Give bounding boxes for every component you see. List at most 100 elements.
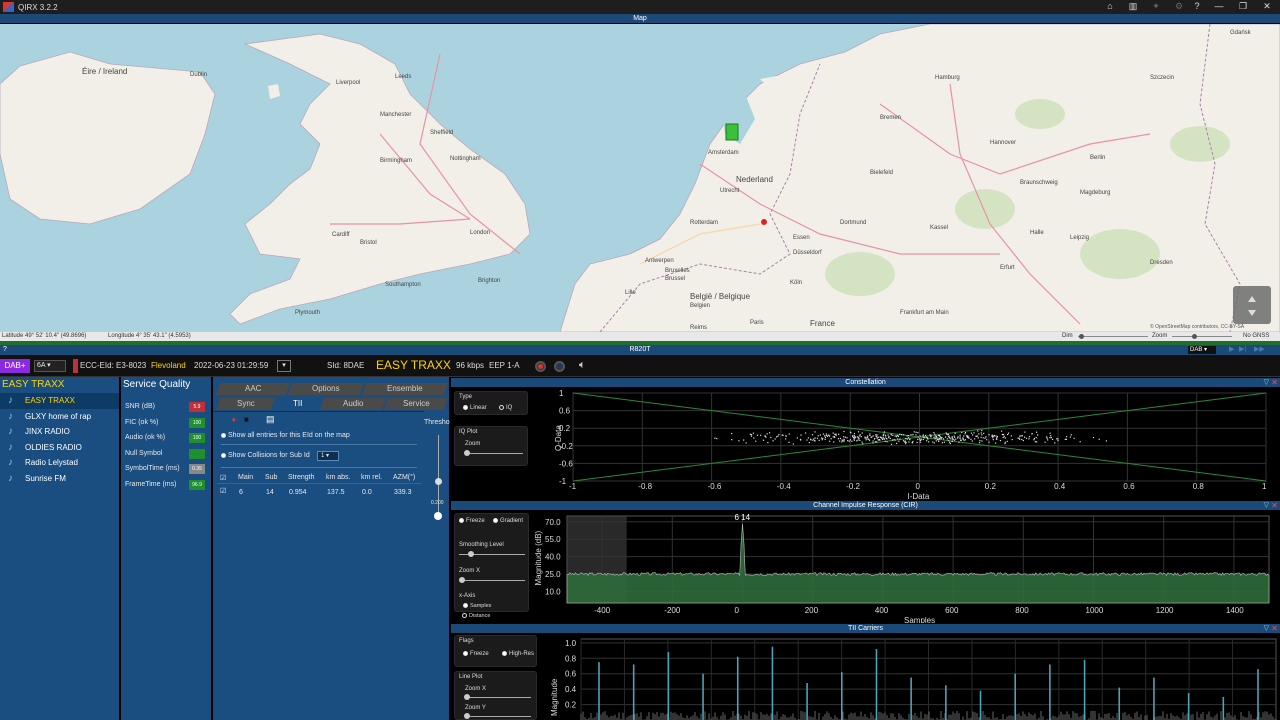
close-icon[interactable]: ✕ xyxy=(1260,1,1274,13)
station-label: Radio Lelystad xyxy=(25,458,78,467)
tab-aac[interactable]: AAC xyxy=(215,383,291,395)
x-tick-label: 1000 xyxy=(1086,606,1104,615)
map-view[interactable]: Éire / Ireland Dublin Liverpool Leeds Manche… xyxy=(0,24,1280,332)
iq-point xyxy=(1000,430,1003,432)
help-icon[interactable]: ? xyxy=(1190,1,1204,13)
x-axis-label: Samples xyxy=(904,616,935,623)
tab-audio[interactable]: Audio xyxy=(319,398,387,410)
close-pane-icon[interactable]: ✕ xyxy=(1271,501,1278,510)
map-icon[interactable]: ▥ xyxy=(1126,1,1140,13)
iq-point xyxy=(920,438,923,440)
iq-point xyxy=(923,436,925,438)
map-label: Dresden xyxy=(1150,260,1173,266)
station-item[interactable]: ♪ Radio Lelystad xyxy=(0,455,119,471)
table-row[interactable]: ☑︎ 6 14 0.954 137.5 0.0 339.3 xyxy=(217,484,421,498)
tii-freeze-option[interactable]: Freeze xyxy=(463,651,489,657)
map-nav-control[interactable] xyxy=(1233,286,1271,324)
constellation-zoom-slider[interactable] xyxy=(465,453,523,454)
high-res-option[interactable]: High-Res xyxy=(502,651,534,657)
maximize-icon[interactable]: ❐ xyxy=(1236,1,1250,13)
float-icon[interactable]: ▽ xyxy=(1264,378,1269,387)
distance-option[interactable]: Distance xyxy=(462,613,490,619)
iq-point xyxy=(981,440,983,442)
home-icon[interactable]: ⌂ xyxy=(1103,1,1117,13)
zoom-slider[interactable] xyxy=(1172,336,1232,337)
smoothing-knob[interactable] xyxy=(468,551,474,557)
mode-select[interactable]: DAB ▾ xyxy=(1188,346,1216,354)
station-item[interactable]: ♪ GLXY home of rap xyxy=(0,409,119,425)
receiver-marker-icon[interactable] xyxy=(761,219,767,225)
station-item[interactable]: ♪ OLDIES RADIO xyxy=(0,440,119,456)
tii-flags-box: Flags Freeze High-Res xyxy=(454,635,537,667)
iq-point xyxy=(804,432,807,434)
cir-zoomx-slider[interactable] xyxy=(459,580,525,581)
document-icon[interactable]: ▤ xyxy=(266,414,275,425)
float-icon[interactable]: ▽ xyxy=(1264,501,1269,510)
map-canvas[interactable]: Éire / Ireland Dublin Liverpool Leeds Manche… xyxy=(0,24,1280,332)
tii-select-all[interactable]: ☑︎ xyxy=(220,474,226,482)
tab-service[interactable]: Service xyxy=(383,398,449,410)
tab-options[interactable]: Options xyxy=(287,383,365,395)
y-tick-label: 0.8 xyxy=(565,654,577,663)
iq-point xyxy=(948,435,950,437)
iq-option[interactable]: IQ xyxy=(499,405,512,411)
gradient-option[interactable]: Gradient xyxy=(493,518,523,524)
tii-zoomx-knob[interactable] xyxy=(464,694,470,700)
close-pane-icon[interactable]: ✕ xyxy=(1271,624,1278,633)
station-item[interactable]: ♪ EASY TRAXX xyxy=(0,393,119,409)
iq-point xyxy=(980,436,982,438)
tii-zoomy-slider[interactable] xyxy=(465,716,531,717)
linear-option[interactable]: Linear xyxy=(463,405,487,411)
float-icon[interactable]: ▽ xyxy=(1264,624,1269,633)
show-all-entries-option[interactable]: Show all entries for this EId on the map xyxy=(221,432,350,439)
iq-point xyxy=(868,438,870,440)
tab-ensemble[interactable]: Ensemble xyxy=(361,383,449,395)
tab-sync[interactable]: Sync xyxy=(215,398,276,410)
record-button[interactable] xyxy=(535,361,546,372)
play-icon[interactable]: ▶ xyxy=(1229,345,1234,355)
cir-zoomx-knob[interactable] xyxy=(459,577,465,583)
tab-tii[interactable]: TII xyxy=(272,398,323,410)
step-icon[interactable]: ▶| xyxy=(1239,345,1246,355)
mode-select-value: DAB xyxy=(1190,347,1203,353)
quality-row: Audio (ok %) 100 xyxy=(121,430,211,446)
stop-icon[interactable]: ■ xyxy=(244,415,249,424)
gear-icon[interactable]: ⚙ xyxy=(1172,1,1186,13)
station-item[interactable]: ♪ JINX RADIO xyxy=(0,424,119,440)
threshold-end-knob[interactable] xyxy=(434,512,442,520)
flags-label: Flags xyxy=(459,638,474,644)
iq-point xyxy=(917,432,919,434)
add-marker-icon[interactable]: ✦ xyxy=(230,415,238,426)
station-item[interactable]: ♪ Sunrise FM xyxy=(0,471,119,487)
tii-zoomx-slider[interactable] xyxy=(465,697,531,698)
show-all-entries-radio[interactable] xyxy=(221,432,226,438)
fast-forward-icon[interactable]: ▶▶ xyxy=(1254,345,1265,355)
show-collisions-radio[interactable] xyxy=(221,452,226,458)
record-iq-button[interactable] xyxy=(554,361,565,372)
sub-id-select[interactable]: 1 ▾ xyxy=(317,451,339,461)
iq-point xyxy=(843,439,845,441)
threshold-label: Thresho xyxy=(424,419,450,426)
iq-point xyxy=(953,439,956,441)
threshold-knob[interactable] xyxy=(435,478,442,485)
transmitter-marker-icon[interactable] xyxy=(725,123,739,141)
iq-point xyxy=(1002,436,1004,439)
dim-slider[interactable] xyxy=(1078,336,1148,337)
iq-point xyxy=(967,435,969,437)
constellation-zoom-knob[interactable] xyxy=(464,450,470,456)
freeze-option[interactable]: Freeze xyxy=(459,518,485,524)
channel-select[interactable]: 6A ▾ xyxy=(34,360,66,372)
speaker-icon[interactable]: 🔈︎ xyxy=(579,359,586,372)
show-collisions-option[interactable]: Show Collisions for Sub Id xyxy=(221,452,310,459)
satellite-icon[interactable]: ✦ xyxy=(1149,1,1163,13)
station-label: OLDIES RADIO xyxy=(25,442,82,452)
iq-point xyxy=(905,441,907,444)
row-checkbox[interactable]: ☑︎ xyxy=(220,487,226,495)
tii-zoomy-knob[interactable] xyxy=(464,713,470,719)
iq-point xyxy=(818,439,820,441)
service-dropdown-button[interactable]: ▾ xyxy=(277,360,291,372)
minimize-icon[interactable]: — xyxy=(1212,1,1226,13)
samples-option[interactable]: Samples xyxy=(463,603,491,609)
close-pane-icon[interactable]: ✕ xyxy=(1271,378,1278,387)
iq-point xyxy=(1050,436,1052,439)
